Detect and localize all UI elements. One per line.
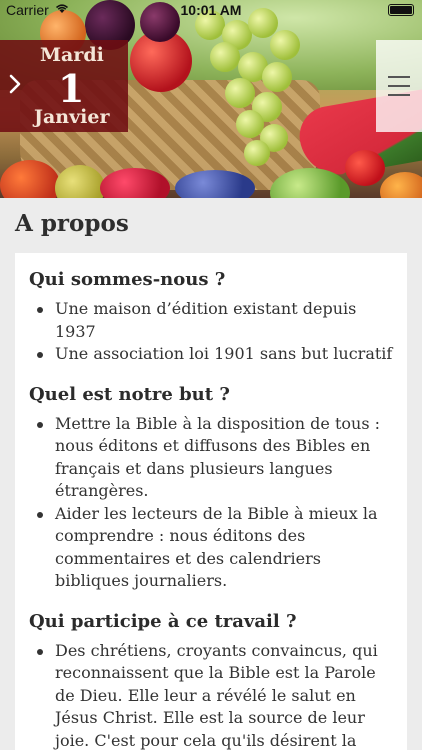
date-selector[interactable]: Mardi 1 Janvier (0, 40, 128, 132)
section-list: Des chrétiens, croyants convaincus, qui … (29, 640, 393, 750)
section-heading: Qui sommes-nous ? (29, 269, 226, 290)
list-item: Des chrétiens, croyants convaincus, qui … (29, 640, 393, 750)
section-list: Mettre la Bible à la disposition de tous… (29, 413, 393, 593)
list-item: Aider les lecteurs de la Bible à mieux l… (29, 503, 393, 593)
chevron-right-icon[interactable] (6, 72, 24, 96)
section-heading: Quel est notre but ? (29, 383, 230, 405)
list-item: Mettre la Bible à la disposition de tous… (29, 413, 393, 503)
page-title: A propos (15, 210, 129, 237)
section-list: Une maison d’édition existant depuis 193… (29, 298, 393, 366)
menu-button[interactable] (376, 40, 422, 132)
date-day-number: 1 (58, 66, 85, 111)
date-weekday: Mardi (40, 44, 104, 66)
status-time: 10:01 AM (180, 2, 242, 18)
section-heading: Qui participe à ce travail ? (29, 610, 297, 632)
battery-icon (388, 4, 414, 16)
about-card: Qui sommes-nous ? Une maison d’édition e… (15, 253, 407, 750)
list-item: Une association loi 1901 sans but lucrat… (29, 343, 393, 366)
status-bar: Carrier 10:01 AM (0, 0, 422, 20)
list-item: Une maison d’édition existant depuis 193… (29, 298, 393, 343)
date-month: Janvier (34, 106, 110, 128)
